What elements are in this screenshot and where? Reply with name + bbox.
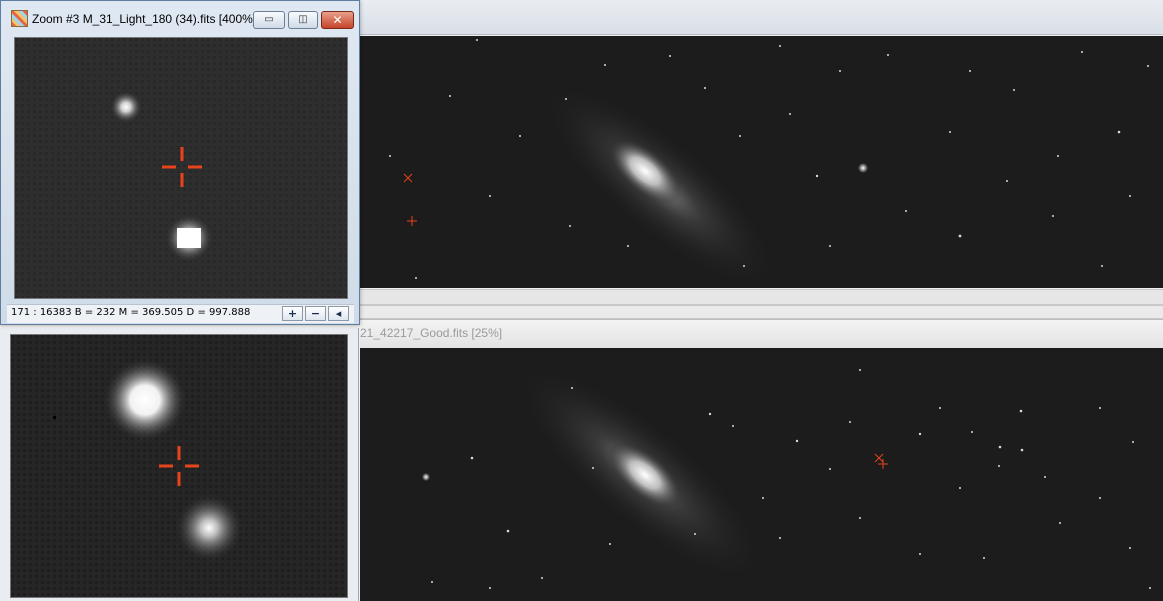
zoom-window-title: Zoom #3 M_31_Light_180 (34).fits [400%] — [32, 12, 257, 26]
window-divider — [360, 305, 1163, 319]
zoom-window: Zoom #3 M_31_Light_180 (34).fits [400%] … — [0, 0, 360, 325]
hot-pixel — [53, 416, 56, 419]
star-field-bottom — [360, 348, 1163, 601]
maximize-button[interactable]: ◫ — [288, 11, 318, 29]
scroll-left-button[interactable]: ◂ — [328, 306, 349, 321]
zoom-view-2[interactable] — [10, 334, 348, 598]
zoom-out-icon: − — [310, 307, 321, 320]
image-view-top[interactable] — [360, 36, 1163, 288]
scroll-left-icon: ◂ — [335, 307, 342, 320]
zoomed-star — [175, 494, 243, 562]
zoom-in-button[interactable]: + — [282, 306, 303, 321]
minimize-button[interactable]: ▭ — [253, 11, 285, 29]
second-window-title: 21_42217_Good.fits [25%] — [360, 326, 503, 340]
image-view-bottom[interactable] — [360, 348, 1163, 601]
app-icon — [11, 10, 28, 27]
scrollbar-top[interactable] — [360, 289, 1163, 305]
zoom-image-2 — [11, 335, 347, 597]
second-window-titlebar[interactable]: 21_42217_Good.fits [25%] — [360, 319, 1163, 348]
pixel-readout: 171 : 16383 B = 232 M = 369.505 D = 997.… — [11, 307, 251, 318]
zoom-window-titlebar[interactable]: Zoom #3 M_31_Light_180 (34).fits [400%] … — [1, 1, 359, 33]
zoom-out-button[interactable]: − — [305, 306, 326, 321]
minimize-icon: ▭ — [264, 14, 274, 25]
star — [422, 473, 430, 481]
zoom-window-2 — [0, 328, 359, 601]
close-button[interactable]: ✕ — [321, 11, 354, 29]
star-core — [177, 228, 201, 248]
zoom-status-bar: 171 : 16383 B = 232 M = 369.505 D = 997.… — [7, 304, 354, 323]
zoom-in-icon: + — [287, 307, 298, 320]
main-window-header — [360, 0, 1163, 35]
star-field-top — [360, 36, 1163, 288]
star — [858, 163, 868, 173]
close-icon: ✕ — [332, 13, 343, 27]
zoomed-star — [110, 91, 142, 123]
zoomed-star — [103, 358, 187, 442]
zoom-image — [15, 38, 347, 298]
zoom-view[interactable] — [14, 37, 348, 299]
maximize-icon: ◫ — [298, 14, 308, 25]
